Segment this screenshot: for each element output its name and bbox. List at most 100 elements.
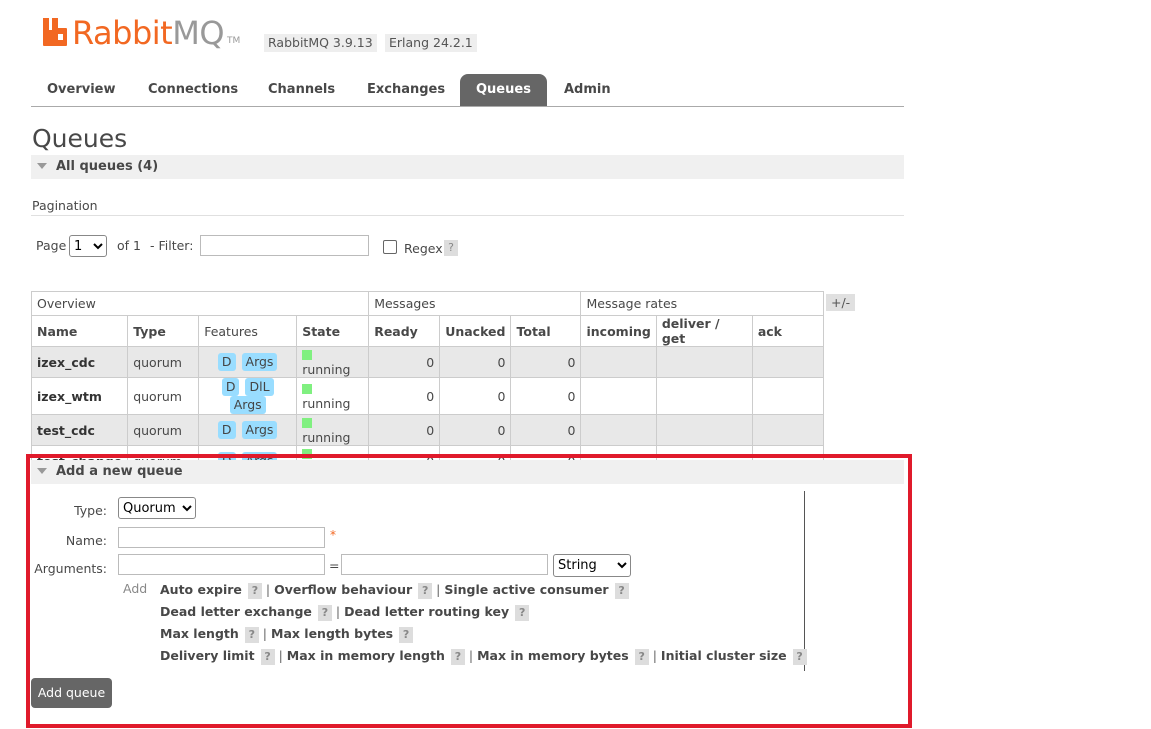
tab-overview[interactable]: Overview <box>31 74 132 106</box>
tab-queues[interactable]: Queues <box>460 74 547 106</box>
help-icon[interactable]: ? <box>792 649 807 665</box>
group-messages: Messages <box>368 291 582 316</box>
rabbitmq-logo-icon <box>43 18 67 46</box>
add-queue-button[interactable]: Add queue <box>31 678 112 708</box>
col-incoming[interactable]: incoming <box>580 315 657 347</box>
add-queue-toggle[interactable]: Add a new queue <box>31 460 904 484</box>
page-label: Page <box>36 238 67 253</box>
queue-name-link[interactable]: izex_cdc <box>30 346 129 378</box>
required-marker: * <box>330 528 336 542</box>
running-status-icon <box>302 418 313 428</box>
unacked-count: 0 <box>439 377 512 415</box>
feature-badge: Args <box>241 421 278 439</box>
deliver-rate <box>655 377 753 415</box>
arg-initial-cluster-size-link[interactable]: Initial cluster size <box>661 648 787 663</box>
help-icon[interactable]: ? <box>450 649 465 665</box>
arg-dead-letter-exchange-link[interactable]: Dead letter exchange <box>160 604 312 619</box>
col-deliver-get[interactable]: deliver / get <box>655 315 753 347</box>
feature-badge: Args <box>229 396 266 414</box>
help-icon[interactable]: ? <box>634 649 649 665</box>
arg-max-length-link[interactable]: Max length <box>160 626 239 641</box>
tab-connections[interactable]: Connections <box>132 74 254 106</box>
arg-max-in-memory-length-link[interactable]: Max in memory length <box>287 648 445 663</box>
erlang-version: Erlang 24.2.1 <box>385 34 477 52</box>
arg-dead-letter-routing-key-link[interactable]: Dead letter routing key <box>344 604 509 619</box>
ack-rate <box>751 377 824 415</box>
help-icon[interactable]: ? <box>418 583 433 599</box>
regex-help-icon[interactable]: ? <box>444 240 458 256</box>
rabbitmq-logo[interactable]: RabbitMQ TM <box>42 16 240 50</box>
feature-badge: D <box>217 421 236 439</box>
help-icon[interactable]: ? <box>247 583 262 599</box>
filter-input[interactable] <box>200 235 369 256</box>
total-count: 0 <box>510 377 582 415</box>
col-state[interactable]: State <box>296 315 370 347</box>
regex-checkbox[interactable] <box>383 240 397 254</box>
queue-name-input[interactable] <box>118 527 325 548</box>
col-ready[interactable]: Ready <box>368 315 441 347</box>
page-select[interactable]: 1 <box>69 235 107 257</box>
queue-type: quorum <box>127 346 200 378</box>
unacked-count: 0 <box>439 346 512 378</box>
argument-shortcuts-row-2: Dead letter exchange? | Dead letter routin… <box>160 604 530 621</box>
argument-type-select[interactable]: String <box>553 554 631 577</box>
queue-name-link[interactable]: izex_wtm <box>30 377 129 415</box>
argument-value-input[interactable] <box>341 554 548 575</box>
deliver-rate <box>655 346 753 378</box>
ready-count: 0 <box>368 414 441 446</box>
queue-state: running <box>296 377 370 415</box>
ready-count: 0 <box>368 377 441 415</box>
incoming-rate <box>580 377 657 415</box>
queue-type-select[interactable]: Quorum <box>118 497 196 519</box>
arg-overflow-behaviour-link[interactable]: Overflow behaviour <box>274 582 412 597</box>
group-message-rates: Message rates <box>580 291 824 316</box>
col-total[interactable]: Total <box>510 315 582 347</box>
rabbitmq-version: RabbitMQ 3.9.13 <box>264 34 377 52</box>
pagination-divider <box>31 215 904 216</box>
type-label: Type: <box>74 503 107 518</box>
col-ack[interactable]: ack <box>751 315 824 347</box>
arg-single-active-consumer-link[interactable]: Single active consumer <box>444 582 608 597</box>
arg-delivery-limit-link[interactable]: Delivery limit <box>160 648 255 663</box>
queue-state: running <box>296 346 370 378</box>
all-queues-title: All queues (4) <box>56 159 159 174</box>
help-icon[interactable]: ? <box>515 605 530 621</box>
table-row: test_cdc quorum D Args running 0 0 0 <box>30 414 824 446</box>
argument-key-input[interactable] <box>118 554 325 575</box>
argument-shortcuts-row-3: Max length? | Max length bytes? <box>160 626 414 643</box>
arg-max-length-bytes-link[interactable]: Max length bytes <box>271 626 393 641</box>
col-name[interactable]: Name <box>30 315 129 347</box>
help-icon[interactable]: ? <box>317 605 332 621</box>
column-toggle-button[interactable]: +/- <box>826 294 856 311</box>
arg-max-in-memory-bytes-link[interactable]: Max in memory bytes <box>477 648 629 663</box>
tab-admin[interactable]: Admin <box>548 74 627 106</box>
col-type[interactable]: Type <box>127 315 200 347</box>
queue-type: quorum <box>127 377 200 415</box>
arguments-label: Arguments: <box>34 561 107 576</box>
running-status-icon <box>302 350 313 360</box>
unacked-count: 0 <box>439 414 512 446</box>
tab-channels[interactable]: Channels <box>252 74 351 106</box>
all-queues-toggle[interactable]: All queues (4) <box>31 155 904 179</box>
queues-table: Overview Messages Message rates Name Typ… <box>30 291 824 477</box>
total-count: 0 <box>510 346 582 378</box>
tab-exchanges[interactable]: Exchanges <box>351 74 461 106</box>
feature-badge: D <box>221 378 240 396</box>
deliver-rate <box>655 414 753 446</box>
ack-rate <box>751 414 824 446</box>
queue-features: D Args <box>198 346 298 378</box>
help-icon[interactable]: ? <box>614 583 629 599</box>
col-features: Features <box>198 315 298 347</box>
queue-name-link[interactable]: test_cdc <box>30 414 129 446</box>
collapse-triangle-icon <box>37 468 47 474</box>
regex-label: Regex <box>404 241 443 256</box>
help-icon[interactable]: ? <box>399 627 414 643</box>
queue-state: running <box>296 414 370 446</box>
arg-auto-expire-link[interactable]: Auto expire <box>160 582 242 597</box>
help-icon[interactable]: ? <box>244 627 259 643</box>
col-unacked[interactable]: Unacked <box>439 315 512 347</box>
name-label: Name: <box>65 533 107 548</box>
form-divider <box>804 491 805 671</box>
help-icon[interactable]: ? <box>260 649 275 665</box>
incoming-rate <box>580 346 657 378</box>
